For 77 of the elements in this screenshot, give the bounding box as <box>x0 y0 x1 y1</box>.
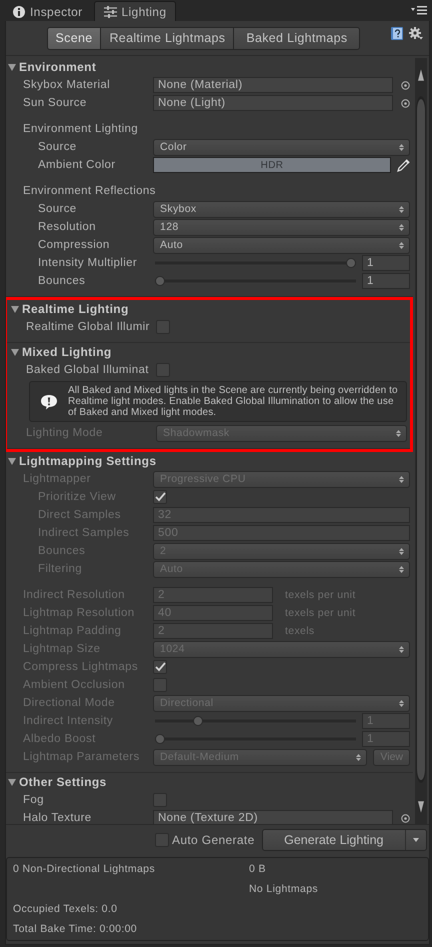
slider-thumb[interactable] <box>155 276 165 286</box>
stats-text: 0 B <box>249 863 266 875</box>
dropdown-arrows-icon <box>399 204 404 214</box>
object-picker-icon[interactable] <box>401 814 410 822</box>
field-label: Environment Reflections <box>23 185 153 197</box>
field-label: Intensity Multiplier <box>38 257 138 269</box>
field-label: Realtime Global Illumir <box>26 321 151 333</box>
field-label: Sun Source <box>23 97 88 109</box>
dropdown[interactable]: Skybox <box>153 200 410 218</box>
section-title: Lightmapping Settings <box>19 454 156 468</box>
field-label: Fog <box>23 794 45 806</box>
dropdown-arrows-icon <box>396 428 401 438</box>
dropdown-value: Color <box>160 141 187 153</box>
dropdown-value: Auto <box>160 239 183 251</box>
triangle-icon[interactable] <box>11 305 19 313</box>
field-label: Ambient Color <box>38 159 116 171</box>
stats-text: Occupied Texels: 0.0 <box>13 903 118 915</box>
help-book-icon[interactable] <box>391 27 403 40</box>
dropdown-arrows-icon <box>356 752 362 762</box>
triangle-icon[interactable] <box>8 63 16 71</box>
caret-icon <box>413 838 419 842</box>
scrollbar[interactable] <box>415 58 427 824</box>
dropdown[interactable]: Color <box>153 138 410 156</box>
mode-tab[interactable]: Baked Lightmaps <box>234 26 360 50</box>
object-field[interactable]: None (Texture 2D) <box>153 810 393 824</box>
number-field[interactable]: 1 <box>362 273 410 289</box>
checkbox[interactable] <box>153 793 167 807</box>
field-label: Baked Global Illuminat <box>26 364 150 376</box>
triangle-icon[interactable] <box>8 778 16 786</box>
dropdown-arrows-icon <box>399 240 404 250</box>
field-label: Compression <box>38 239 111 251</box>
triangle-icon[interactable] <box>8 457 16 465</box>
field-label: Halo Texture <box>23 812 93 824</box>
section-title: Mixed Lighting <box>22 345 112 359</box>
dropdown-arrows-icon <box>399 644 404 654</box>
help-text: All Baked and Mixed lights in the Scene are currently being overridden to Realtime light modes. Enable Baked Global Illumination to allow the use of Baked and Mixed light modes. <box>68 385 399 418</box>
field-label: Source <box>38 141 78 153</box>
number-field[interactable]: 1 <box>362 255 410 271</box>
object-field[interactable]: None (Material) <box>153 77 393 93</box>
color-field[interactable]: HDR <box>153 157 391 173</box>
info-icon <box>13 6 25 18</box>
dropdown-arrows-icon <box>399 222 404 232</box>
menu-icon[interactable] <box>411 5 427 15</box>
dropdown-arrows-icon <box>399 142 404 152</box>
window-tab[interactable]: Inspector <box>4 2 92 21</box>
sliders-icon <box>104 6 117 18</box>
slider-thumb[interactable] <box>346 258 356 268</box>
object-field[interactable]: None (Light) <box>153 95 393 111</box>
mode-tab[interactable]: Realtime Lightmaps <box>101 26 234 50</box>
dropdown-arrows-icon <box>399 546 404 556</box>
stats-text: 0 Non-Directional Lightmaps <box>13 863 156 875</box>
checkbox[interactable] <box>156 363 170 377</box>
dropdown-value: 128 <box>160 221 179 233</box>
dropdown-arrows-icon <box>399 698 404 708</box>
mode-tab[interactable]: Scene <box>46 26 102 50</box>
dropdown-arrows-icon <box>399 564 404 574</box>
warning-bubble-icon <box>40 394 58 410</box>
section-title: Other Settings <box>19 775 107 789</box>
field-label: Resolution <box>38 221 97 233</box>
stats-text: Total Bake Time: 0:00:00 <box>13 923 138 935</box>
stats-text: No Lightmaps <box>249 883 318 895</box>
field-label: Source <box>38 203 78 215</box>
field-label: Skybox Material <box>23 79 112 91</box>
dropdown[interactable]: 128 <box>153 218 410 236</box>
checkbox-label: Auto Generate <box>172 833 255 847</box>
checkbox[interactable] <box>156 320 170 334</box>
checkbox[interactable] <box>155 833 169 847</box>
gear-icon[interactable] <box>409 27 423 40</box>
dropdown-value: Skybox <box>160 203 197 215</box>
dropdown[interactable]: Auto <box>153 236 410 254</box>
field-label: Environment Lighting <box>23 123 140 135</box>
triangle-icon[interactable] <box>11 348 19 356</box>
dropdown-arrows-icon <box>399 474 404 484</box>
field-label: Bounces <box>38 275 86 287</box>
section-title: Environment <box>19 60 96 74</box>
section-title: Realtime Lighting <box>22 302 129 316</box>
window-tab[interactable]: Lighting <box>94 1 176 21</box>
